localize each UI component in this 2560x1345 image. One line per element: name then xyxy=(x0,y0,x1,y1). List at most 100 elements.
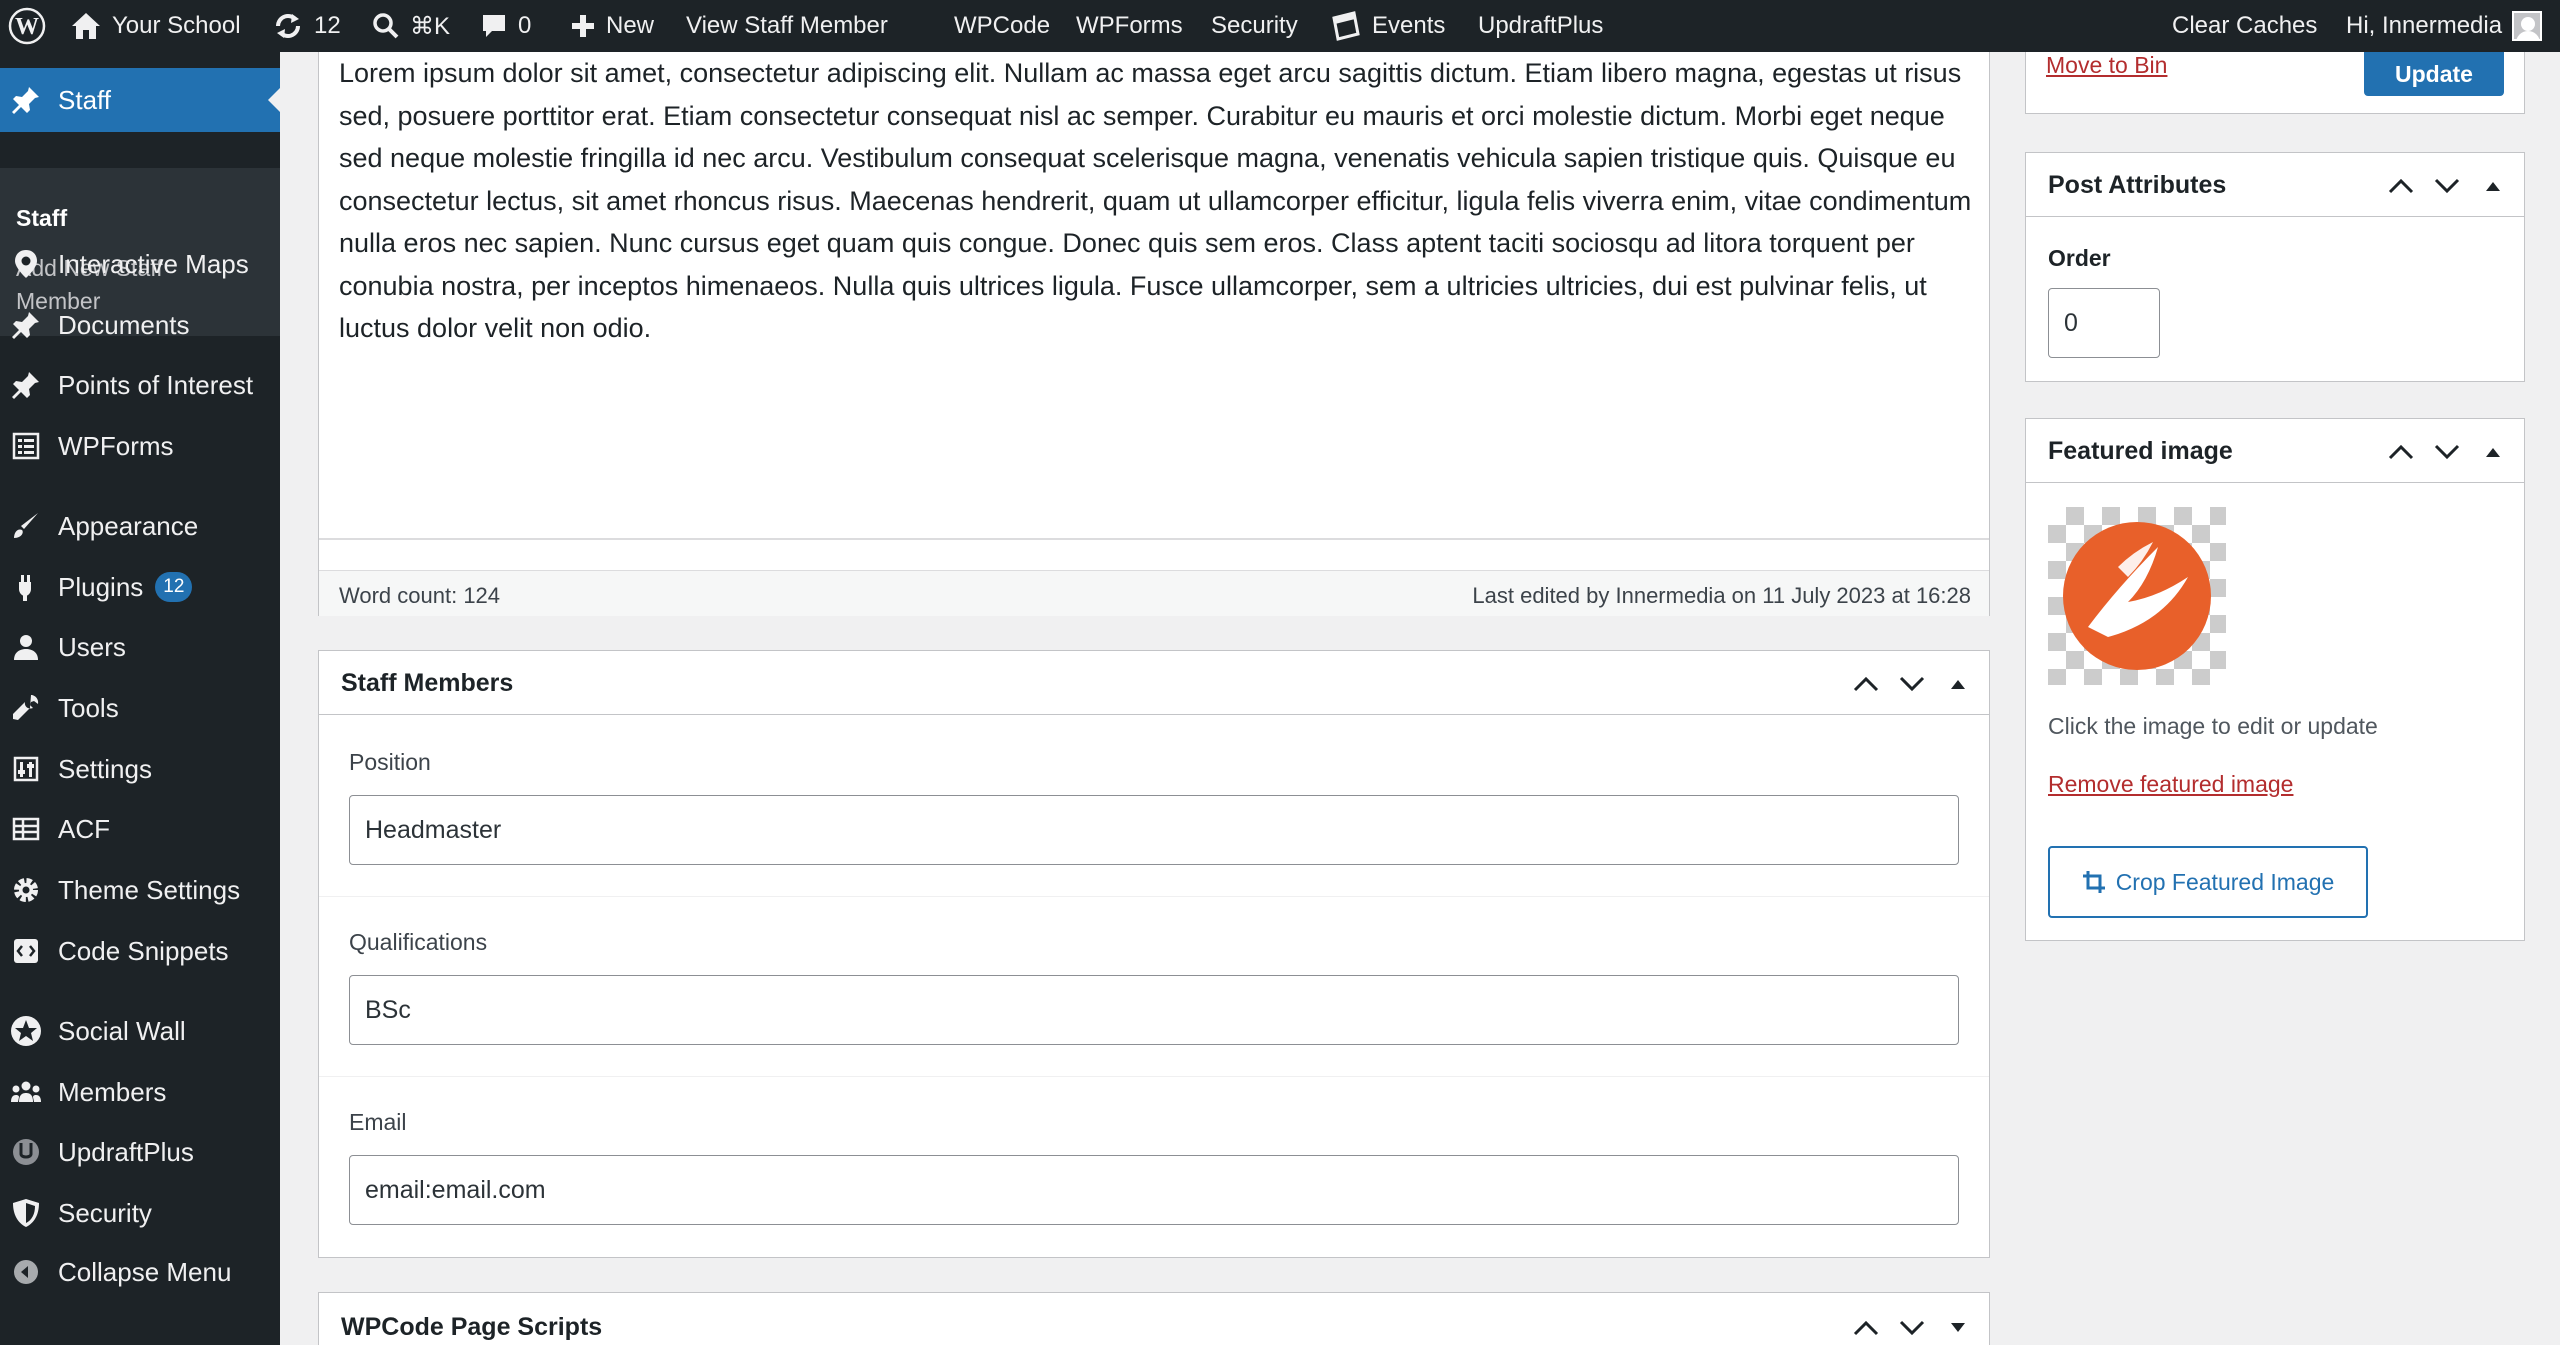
move-to-bin-link[interactable]: Move to Bin xyxy=(2046,52,2167,79)
table-icon xyxy=(10,813,42,845)
toggle-panel-button[interactable] xyxy=(1941,667,1975,701)
editor-resize-divider[interactable] xyxy=(319,538,1989,540)
sidebar-item-security[interactable]: Security xyxy=(0,1191,280,1235)
featured-image-header: Featured image xyxy=(2026,419,2524,483)
new-label: New xyxy=(606,12,655,39)
wpcode-menu[interactable]: WPCode xyxy=(954,0,1050,52)
crop-button-label: Crop Featured Image xyxy=(2115,868,2335,895)
sidebar-item-acf[interactable]: ACF xyxy=(0,807,280,851)
updraftplus-menu[interactable]: UpdraftPlus xyxy=(1478,0,1603,52)
qualifications-label: Qualifications xyxy=(349,929,488,955)
sidebar-item-settings[interactable]: Settings xyxy=(0,747,280,791)
sidebar-item-label: Documents xyxy=(58,309,190,340)
site-name-link[interactable]: Your School xyxy=(70,0,241,52)
update-button[interactable]: Update xyxy=(2364,52,2504,96)
wordpress-logo-icon[interactable]: W xyxy=(8,0,46,52)
move-up-button[interactable] xyxy=(1849,1311,1883,1345)
sidebar-item-label: Points of Interest xyxy=(58,369,254,400)
search-icon xyxy=(373,13,399,39)
sidebar-item-tools[interactable]: Tools xyxy=(0,686,280,730)
view-staff-member-link[interactable]: View Staff Member xyxy=(686,0,888,52)
sidebar-item-points-of-interest[interactable]: Points of Interest xyxy=(0,363,280,407)
sidebar-item-collapse-menu[interactable]: Collapse Menu xyxy=(0,1250,280,1294)
chevron-up-icon xyxy=(1853,1320,1879,1336)
move-down-button[interactable] xyxy=(2430,169,2464,203)
content-editor[interactable]: Lorem ipsum dolor sit amet, consectetur … xyxy=(318,52,1990,616)
wpcode-title: WPCode Page Scripts xyxy=(341,1313,603,1341)
move-up-button[interactable] xyxy=(1849,667,1883,701)
sidebar-item-interactive-maps[interactable]: Interactive Maps xyxy=(0,242,280,286)
updraft-icon xyxy=(10,1136,42,1168)
security-menu[interactable]: Security xyxy=(1211,0,1298,52)
chevron-down-icon xyxy=(2434,444,2460,460)
staff-members-box: Staff Members Position Qualifications Em… xyxy=(318,650,1990,1258)
search-shortcut[interactable]: ⌘K xyxy=(372,0,450,52)
site-name: Your School xyxy=(112,12,241,39)
collapse-icon xyxy=(10,1256,42,1288)
remove-featured-image-link[interactable]: Remove featured image xyxy=(2048,771,2293,798)
featured-image-title: Featured image xyxy=(2048,437,2233,465)
move-down-button[interactable] xyxy=(1895,667,1929,701)
clear-caches-link[interactable]: Clear Caches xyxy=(2172,0,2317,52)
editor-statusbar: Word count: 124 Last edited by Innermedi… xyxy=(319,570,1989,616)
search-shortcut-label: ⌘K xyxy=(410,12,451,40)
code-icon xyxy=(10,935,42,967)
move-up-button[interactable] xyxy=(2384,435,2418,469)
move-down-button[interactable] xyxy=(1895,1311,1929,1345)
toggle-panel-button[interactable] xyxy=(2476,169,2510,203)
sidebar-item-users[interactable]: Users xyxy=(0,625,280,669)
position-label: Position xyxy=(349,749,431,775)
sidebar-item-theme-settings[interactable]: Theme Settings xyxy=(0,868,280,912)
my-account-link[interactable]: Hi, Innermedia xyxy=(2346,0,2543,52)
sidebar-item-label: Appearance xyxy=(58,510,199,541)
wrench-icon xyxy=(10,692,42,724)
triangle-up-icon xyxy=(2486,448,2500,457)
submenu-item-staff[interactable]: Staff xyxy=(16,202,67,235)
updates-count: 12 xyxy=(314,12,341,39)
order-label: Order xyxy=(2048,245,2111,271)
move-down-button[interactable] xyxy=(2430,435,2464,469)
comment-icon xyxy=(483,15,505,37)
plus-icon xyxy=(572,15,594,37)
editor-content[interactable]: Lorem ipsum dolor sit amet, consectetur … xyxy=(339,52,1979,350)
qualifications-input[interactable] xyxy=(349,975,1959,1045)
sidebar-item-label: Users xyxy=(58,631,126,662)
sliders-icon xyxy=(10,753,42,785)
position-input[interactable] xyxy=(349,795,1959,865)
sidebar-item-social-wall[interactable]: Social Wall xyxy=(0,1009,280,1053)
user-icon xyxy=(10,631,42,663)
events-menu[interactable]: Events xyxy=(1330,0,1445,52)
email-input[interactable] xyxy=(349,1155,1959,1225)
post-attributes-box: Post Attributes Order xyxy=(2025,152,2525,382)
sidebar-item-appearance[interactable]: Appearance xyxy=(0,504,280,548)
wpcode-header: WPCode Page Scripts xyxy=(319,1293,1989,1345)
toggle-panel-button[interactable] xyxy=(2476,435,2510,469)
plugin-icon xyxy=(10,571,42,603)
pin-icon xyxy=(10,309,42,341)
sidebar-item-wpforms[interactable]: WPForms xyxy=(0,424,280,468)
sidebar-item-label: Code Snippets xyxy=(58,935,229,966)
move-up-button[interactable] xyxy=(2384,169,2418,203)
plugins-update-badge: 12 xyxy=(155,572,193,602)
crop-featured-image-button[interactable]: Crop Featured Image xyxy=(2048,846,2368,918)
sidebar-item-staff[interactable]: Staff xyxy=(0,68,280,132)
sidebar-item-updraftplus[interactable]: UpdraftPlus xyxy=(0,1130,280,1174)
toggle-panel-button[interactable] xyxy=(1941,1311,1975,1345)
sidebar-item-plugins[interactable]: Plugins 12 xyxy=(0,565,280,609)
updates-link[interactable]: 12 xyxy=(272,0,341,52)
featured-image-hint: Click the image to edit or update xyxy=(2048,713,2378,739)
order-input[interactable] xyxy=(2048,288,2160,358)
star-icon xyxy=(10,1015,42,1047)
sidebar-item-code-snippets[interactable]: Code Snippets xyxy=(0,929,280,973)
sidebar-item-members[interactable]: Members xyxy=(0,1070,280,1114)
comments-link[interactable]: 0 xyxy=(480,0,531,52)
sidebar-item-label: Tools xyxy=(58,692,119,723)
new-content-link[interactable]: New xyxy=(570,0,654,52)
wpforms-menu[interactable]: WPForms xyxy=(1076,0,1183,52)
admin-bar: W Your School 12 ⌘K 0 New View Staff Mem… xyxy=(0,0,2560,52)
featured-image-thumbnail[interactable] xyxy=(2048,507,2226,685)
map-pin-icon xyxy=(10,248,42,280)
field-divider xyxy=(319,896,1989,897)
sidebar-item-label: WPForms xyxy=(58,430,174,461)
sidebar-item-documents[interactable]: Documents xyxy=(0,303,280,347)
